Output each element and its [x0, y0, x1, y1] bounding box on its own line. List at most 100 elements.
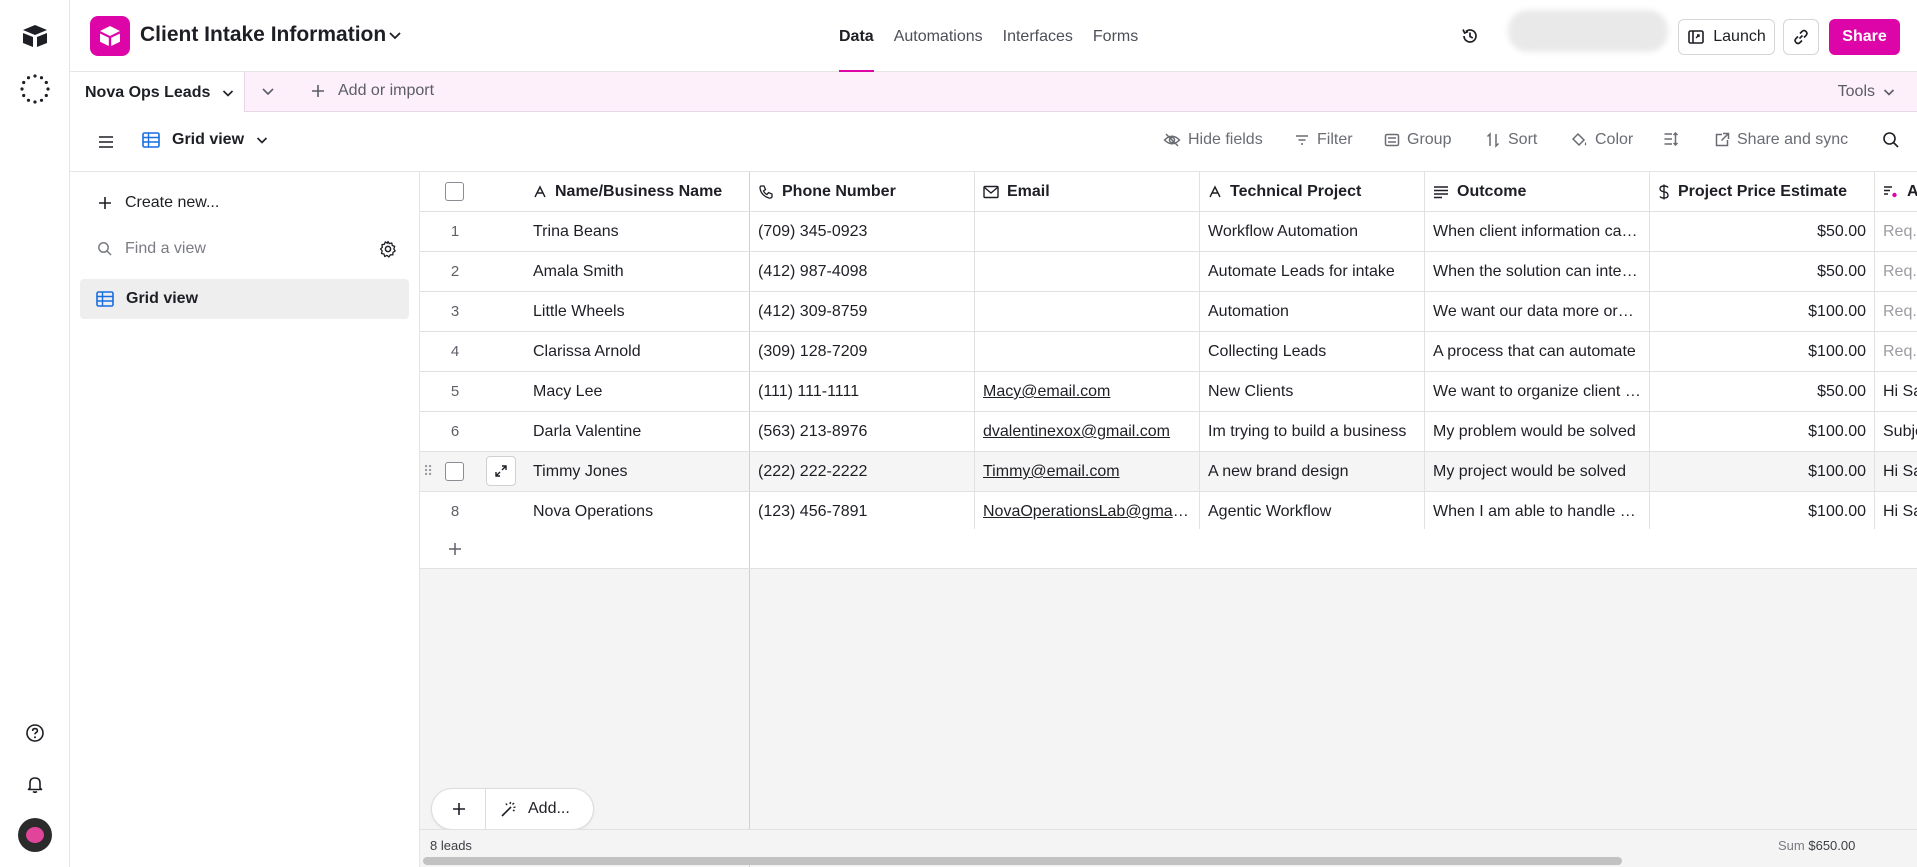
email-cell[interactable]: Timmy@email.com [975, 452, 1200, 491]
name-cell[interactable]: Macy Lee [533, 372, 602, 411]
select-all-checkbox[interactable] [445, 182, 464, 201]
project-cell[interactable]: Collecting Leads [1200, 332, 1425, 371]
tab-interfaces[interactable]: Interfaces [1003, 0, 1073, 72]
project-cell[interactable]: Agentic Workflow [1200, 492, 1425, 531]
name-cell[interactable]: Timmy Jones [533, 452, 628, 491]
phone-cell[interactable]: (309) 128-7209 [750, 332, 975, 371]
hide-fields-button[interactable]: Hide fields [1163, 131, 1263, 149]
price-cell[interactable]: $100.00 [1650, 492, 1875, 531]
extra-cell[interactable]: Subje [1875, 412, 1917, 451]
find-view-search[interactable]: Find a view [97, 240, 397, 258]
price-cell[interactable]: $100.00 [1650, 292, 1875, 331]
expand-record-button[interactable] [486, 456, 516, 486]
price-sum[interactable]: Sum $650.00 [1778, 838, 1855, 853]
column-header-a[interactable]: A [1875, 172, 1917, 211]
sidebar-item-grid-view[interactable]: Grid view [80, 279, 409, 319]
extra-cell[interactable]: Req... [1875, 332, 1917, 371]
price-cell[interactable]: $50.00 [1650, 212, 1875, 251]
gear-icon[interactable] [379, 240, 397, 258]
user-avatar[interactable] [18, 818, 52, 852]
copy-link-button[interactable] [1783, 19, 1819, 55]
share-button[interactable]: Share [1829, 19, 1900, 55]
price-cell[interactable]: $100.00 [1650, 412, 1875, 451]
extra-cell[interactable]: Req... [1875, 252, 1917, 291]
project-cell[interactable]: A new brand design [1200, 452, 1425, 491]
base-icon[interactable] [90, 16, 130, 56]
project-cell[interactable]: Workflow Automation [1200, 212, 1425, 251]
column-header-phone[interactable]: Phone Number [750, 172, 975, 211]
notifications-bell-icon[interactable] [25, 774, 45, 794]
history-icon[interactable] [1460, 26, 1480, 46]
extra-cell[interactable]: Hi Sa [1875, 492, 1917, 531]
name-cell[interactable]: Little Wheels [533, 292, 625, 331]
price-cell[interactable]: $50.00 [1650, 252, 1875, 291]
add-more-button[interactable]: Add... [486, 800, 570, 818]
outcome-cell[interactable]: My project would be solved [1425, 452, 1650, 491]
row-primary-cell[interactable]: 6 Darla Valentine [420, 412, 750, 451]
color-button[interactable]: Color [1570, 131, 1633, 149]
name-cell[interactable]: Nova Operations [533, 492, 653, 531]
row-primary-cell[interactable]: 8 Nova Operations [420, 492, 750, 531]
search-icon[interactable] [1882, 131, 1900, 149]
home-logo-icon[interactable] [22, 24, 48, 48]
table-row[interactable]: 1 Trina Beans (709) 345-0923 Workflow Aut… [420, 212, 1917, 252]
price-cell[interactable]: $100.00 [1650, 452, 1875, 491]
sort-button[interactable]: Sort [1485, 131, 1537, 149]
name-cell[interactable]: Amala Smith [533, 252, 624, 291]
row-primary-cell[interactable]: 2 Amala Smith [420, 252, 750, 291]
extra-cell[interactable]: Hi Sa [1875, 372, 1917, 411]
launch-button[interactable]: Launch [1678, 19, 1775, 55]
base-title[interactable]: Client Intake Information [140, 23, 386, 47]
share-and-sync-button[interactable]: Share and sync [1714, 131, 1848, 149]
email-cell[interactable] [975, 292, 1200, 331]
phone-cell[interactable]: (709) 345-0923 [750, 212, 975, 251]
email-cell[interactable]: Macy@email.com [975, 372, 1200, 411]
view-switcher[interactable]: Grid view [142, 131, 268, 149]
drag-handle-icon[interactable]: ⠿ [423, 452, 433, 491]
email-cell[interactable]: dvalentinexox@gmail.com [975, 412, 1200, 451]
add-or-import-button[interactable]: Add or import [310, 82, 434, 100]
name-cell[interactable]: Trina Beans [533, 212, 619, 251]
extra-cell[interactable]: Req... [1875, 292, 1917, 331]
price-cell[interactable]: $100.00 [1650, 332, 1875, 371]
horizontal-scrollbar[interactable] [423, 857, 1622, 865]
phone-cell[interactable]: (563) 213-8976 [750, 412, 975, 451]
outcome-cell[interactable]: When the solution can integrate [1425, 252, 1650, 291]
email-cell[interactable] [975, 252, 1200, 291]
help-icon[interactable] [25, 723, 45, 743]
row-checkbox[interactable] [445, 462, 464, 481]
all-tables-chevron-icon[interactable] [261, 86, 275, 98]
row-primary-cell[interactable]: 1 Trina Beans [420, 212, 750, 251]
email-cell[interactable] [975, 332, 1200, 371]
table-row[interactable]: 2 Amala Smith (412) 987-4098 Automate Lea… [420, 252, 1917, 292]
name-cell[interactable]: Clarissa Arnold [533, 332, 641, 371]
outcome-cell[interactable]: When client information can be collected [1425, 212, 1650, 251]
row-primary-cell[interactable]: 3 Little Wheels [420, 292, 750, 331]
filter-button[interactable]: Filter [1294, 131, 1353, 149]
phone-cell[interactable]: (123) 456-7891 [750, 492, 975, 531]
phone-cell[interactable]: (111) 111-1111 [750, 372, 975, 411]
outcome-cell[interactable]: When I am able to handle clients [1425, 492, 1650, 531]
column-header-email[interactable]: Email [975, 172, 1200, 211]
phone-cell[interactable]: (412) 987-4098 [750, 252, 975, 291]
project-cell[interactable]: Automation [1200, 292, 1425, 331]
column-header-name[interactable]: Name/Business Name [533, 172, 722, 211]
email-cell[interactable]: NovaOperationsLab@gmail.com [975, 492, 1200, 531]
email-cell[interactable] [975, 212, 1200, 251]
add-record-cell[interactable] [420, 529, 750, 568]
group-button[interactable]: Group [1384, 131, 1451, 149]
row-primary-cell[interactable]: 4 Clarissa Arnold [420, 332, 750, 371]
phone-cell[interactable]: (222) 222-2222 [750, 452, 975, 491]
table-tab-nova-ops-leads[interactable]: Nova Ops Leads [70, 72, 245, 113]
add-record-button[interactable] [432, 789, 486, 829]
project-cell[interactable]: Im trying to build a business [1200, 412, 1425, 451]
extra-cell[interactable]: Hi Sa [1875, 452, 1917, 491]
workspace-spinner-icon[interactable] [19, 73, 51, 105]
outcome-cell[interactable]: We want our data more organized [1425, 292, 1650, 331]
table-row[interactable]: 8 Nova Operations (123) 456-7891 NovaOper… [420, 492, 1917, 532]
price-cell[interactable]: $50.00 [1650, 372, 1875, 411]
extra-cell[interactable]: Req... [1875, 212, 1917, 251]
phone-cell[interactable]: (412) 309-8759 [750, 292, 975, 331]
table-row[interactable]: 5 Macy Lee (111) 111-1111 Macy@email.com … [420, 372, 1917, 412]
row-primary-cell[interactable]: 5 Macy Lee [420, 372, 750, 411]
